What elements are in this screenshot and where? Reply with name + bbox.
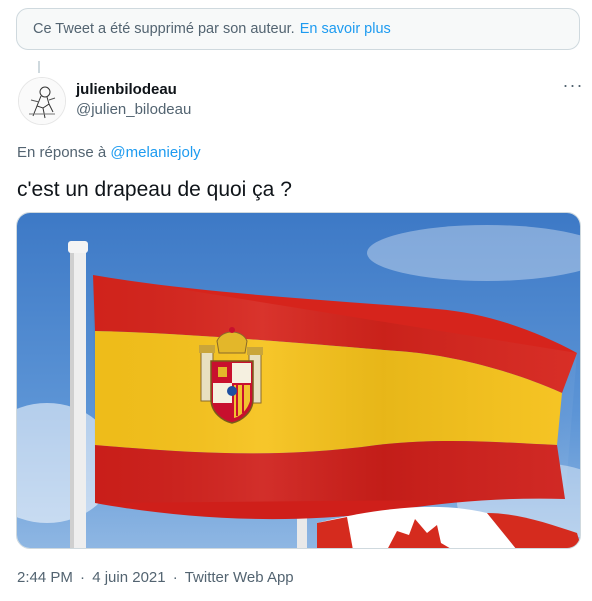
spain-flag-photo (17, 213, 580, 548)
reply-to-mention-link[interactable]: @melaniejoly (110, 144, 200, 161)
reply-context: En réponse à @melaniejoly (17, 144, 201, 161)
tweet-date-link[interactable]: 4 juin 2021 (92, 569, 165, 586)
deleted-tweet-notice: Ce Tweet a été supprimé par son auteur. … (16, 8, 580, 50)
deleted-notice-text: Ce Tweet a été supprimé par son auteur. (33, 21, 295, 37)
author-handle[interactable]: @julien_bilodeau (76, 101, 191, 118)
separator-dot: · (80, 569, 86, 586)
tweet-time-link[interactable]: 2:44 PM (17, 569, 73, 586)
tweet-source-link[interactable]: Twitter Web App (185, 569, 294, 586)
tweet-metadata: 2:44 PM · 4 juin 2021 · Twitter Web App (17, 569, 294, 586)
more-options-icon[interactable]: ··· (562, 76, 584, 100)
avatar-sketch-icon (19, 78, 65, 124)
learn-more-link[interactable]: En savoir plus (300, 21, 391, 37)
thread-connector-line (38, 61, 40, 73)
tweet-media-image[interactable] (16, 212, 581, 549)
avatar[interactable] (18, 77, 66, 125)
author-display-name[interactable]: julienbilodeau (76, 81, 177, 98)
tweet-text: c'est un drapeau de quoi ça ? (17, 178, 292, 201)
separator-dot: · (172, 569, 178, 586)
reply-prefix: En réponse à (17, 144, 107, 161)
